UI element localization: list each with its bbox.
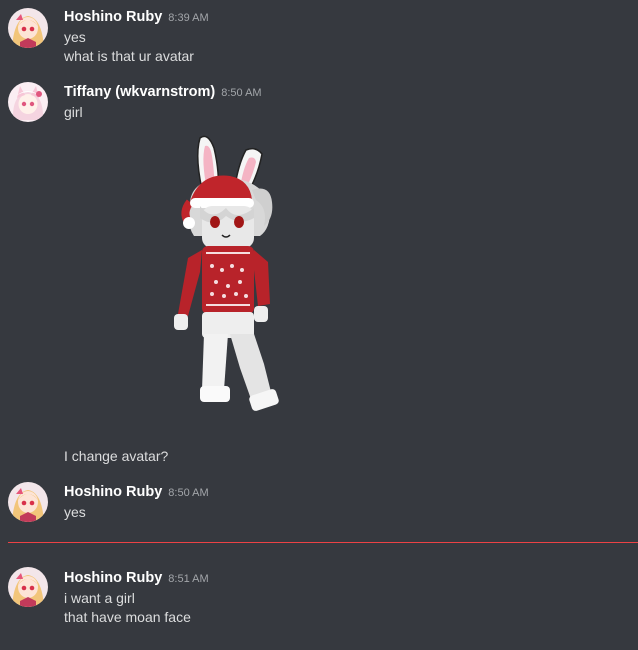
username[interactable]: Tiffany (wkvarnstrom) <box>64 84 215 100</box>
message-text: i want a girl <box>64 590 135 606</box>
timestamp: 8:39 AM <box>168 12 209 24</box>
new-messages-divider <box>8 542 638 543</box>
message-text: what is that ur avatar <box>64 48 194 64</box>
username[interactable]: Hoshino Ruby <box>64 570 162 586</box>
avatar[interactable] <box>8 567 48 607</box>
avatar-image <box>8 482 48 522</box>
message-text: I change avatar? <box>64 448 169 464</box>
timestamp: 8:51 AM <box>168 573 209 585</box>
message-header: Hoshino Ruby 8:51 AM <box>64 569 209 587</box>
username[interactable]: Hoshino Ruby <box>64 484 162 500</box>
username[interactable]: Hoshino Ruby <box>64 9 162 25</box>
avatar-image <box>8 8 48 48</box>
message-header: Tiffany (wkvarnstrom) 8:50 AM <box>64 83 262 101</box>
avatar[interactable] <box>8 8 48 48</box>
image-attachment[interactable] <box>160 128 290 428</box>
timestamp: 8:50 AM <box>221 87 262 99</box>
message-header: Hoshino Ruby 8:50 AM <box>64 483 209 501</box>
message-text: yes <box>64 504 86 520</box>
avatar-render-image <box>174 135 279 411</box>
avatar-image <box>8 82 48 122</box>
message-text: girl <box>64 104 83 120</box>
avatar-image <box>8 567 48 607</box>
message-header: Hoshino Ruby 8:39 AM <box>64 8 209 26</box>
avatar[interactable] <box>8 82 48 122</box>
chat-message-list: Hoshino Ruby 8:39 AM yes what is that ur … <box>0 0 638 650</box>
message-text: yes <box>64 29 86 45</box>
timestamp: 8:50 AM <box>168 487 209 499</box>
message-text: that have moan face <box>64 609 191 625</box>
avatar[interactable] <box>8 482 48 522</box>
